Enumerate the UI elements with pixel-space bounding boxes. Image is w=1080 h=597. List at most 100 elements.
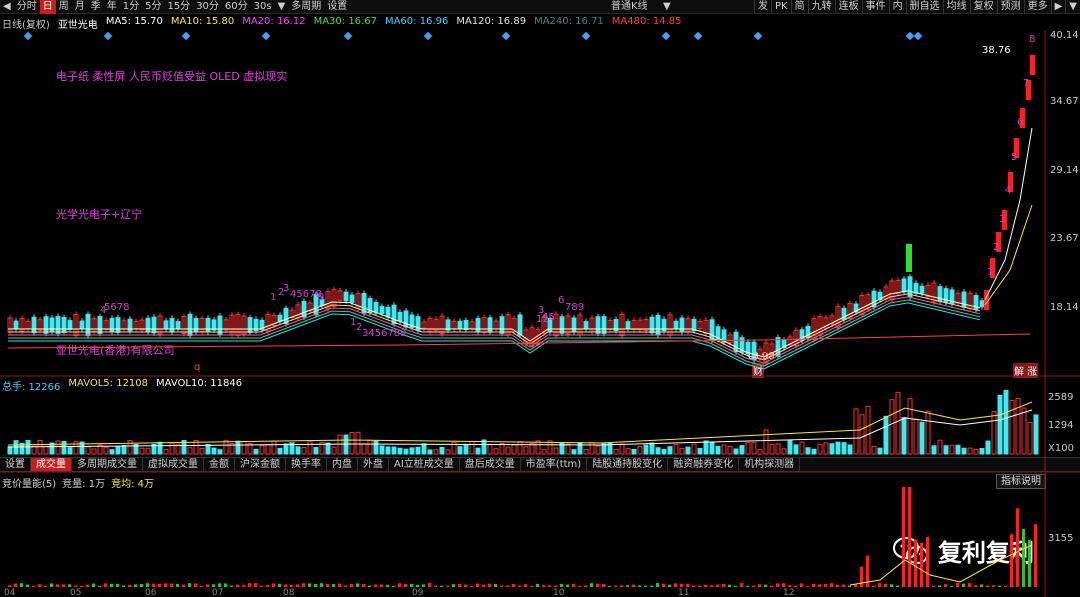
auction-bar — [842, 584, 845, 587]
candle-body — [463, 320, 469, 330]
volume-bar — [763, 429, 769, 455]
volume-bar — [283, 443, 289, 455]
auction-bar — [182, 584, 185, 587]
event-diamond — [181, 31, 191, 41]
auction-bar — [422, 584, 425, 587]
auction-bar — [128, 584, 131, 587]
candle-body — [901, 278, 907, 293]
auction-bar — [734, 585, 737, 587]
auction-bar — [392, 585, 395, 587]
td-count-label: 1 — [270, 292, 276, 303]
candle-body — [31, 316, 37, 334]
volume-bar — [223, 439, 229, 455]
volume-bar — [73, 441, 79, 455]
auction-bar — [284, 584, 287, 587]
auction-bar — [104, 583, 107, 587]
auction-bar — [932, 585, 935, 587]
auction-bar — [554, 585, 557, 587]
auction-bar — [806, 585, 809, 587]
auction-bar — [770, 585, 773, 587]
candle-body — [169, 317, 175, 333]
auction-bar — [452, 584, 455, 587]
volume-bar — [271, 440, 277, 455]
volume-bar — [169, 442, 175, 455]
volume-bar — [187, 447, 193, 455]
volume-bar — [445, 449, 451, 455]
candle-body — [55, 316, 61, 334]
auction-bar — [62, 584, 65, 587]
volume-bar — [709, 441, 715, 455]
auction-bar — [896, 585, 899, 587]
auction-bar — [620, 585, 623, 587]
auction-bar — [746, 585, 749, 587]
ma60-line — [8, 302, 981, 370]
volume-bar — [889, 399, 895, 455]
volume-bar — [913, 418, 919, 455]
volume-bar — [463, 443, 469, 455]
auction-bar — [890, 584, 893, 587]
volume-bar — [595, 445, 601, 455]
volume-bar — [487, 443, 493, 455]
volume-bar — [523, 446, 529, 455]
volume-bar — [259, 445, 265, 455]
auction-bar — [38, 584, 41, 587]
volume-bar — [757, 449, 763, 455]
auction-bar — [908, 487, 911, 587]
auction-bar — [1004, 585, 1007, 587]
auction-bar — [218, 583, 221, 587]
auction-bar — [914, 539, 917, 587]
auction-bar — [530, 585, 533, 587]
candle-body — [457, 320, 463, 330]
volume-bar — [895, 391, 901, 455]
volume-bar — [589, 442, 595, 455]
mavol5-line — [7, 401, 1033, 446]
td-count-label: 6 — [558, 295, 564, 306]
volume-bar — [433, 449, 439, 455]
auction-bar — [710, 585, 713, 587]
volume-bar — [493, 448, 499, 455]
auction-bar — [686, 583, 689, 587]
auction-bar — [728, 584, 731, 587]
auction-bar — [740, 583, 743, 587]
auction-bar — [92, 583, 95, 587]
auction-bar — [254, 583, 257, 587]
volume-bar — [655, 447, 661, 455]
volume-bar — [295, 446, 301, 455]
auction-bar — [1034, 524, 1037, 587]
candle-body — [919, 285, 925, 294]
auction-bar — [338, 583, 341, 587]
volume-bar — [67, 447, 73, 455]
auction-bar — [458, 583, 461, 587]
event-diamond — [501, 31, 511, 41]
auction-bar — [596, 583, 599, 587]
candle-body — [163, 320, 169, 330]
auction-bar — [758, 584, 761, 587]
auction-bar — [134, 584, 137, 587]
volume-bar — [955, 444, 961, 455]
auction-bar — [308, 583, 311, 587]
event-diamond — [913, 31, 923, 41]
volume-bar — [583, 448, 589, 455]
auction-bar — [830, 583, 833, 587]
kline-chart[interactable]: 456781 234567891 2345678934567891212345678 — [0, 0, 1080, 597]
volume-bar — [835, 441, 841, 455]
auction-bar — [674, 583, 677, 587]
volume-bar — [469, 441, 475, 455]
volume-bar — [127, 440, 133, 455]
auction-bar — [782, 583, 785, 587]
auction-bar — [74, 585, 77, 587]
volume-bar — [157, 441, 163, 455]
volume-bar — [517, 441, 523, 455]
candle-body — [679, 317, 685, 333]
candle-body — [175, 321, 181, 329]
auction-bar — [194, 583, 197, 587]
auction-bar — [542, 585, 545, 587]
volume-bar — [991, 411, 997, 455]
volume-bar — [979, 448, 985, 455]
td-count-label: 12 — [536, 314, 549, 325]
auction-bar — [350, 583, 353, 587]
volume-bar — [313, 447, 319, 455]
volume-bar — [103, 446, 109, 455]
volume-bar — [793, 444, 799, 455]
auction-bar — [428, 583, 431, 587]
